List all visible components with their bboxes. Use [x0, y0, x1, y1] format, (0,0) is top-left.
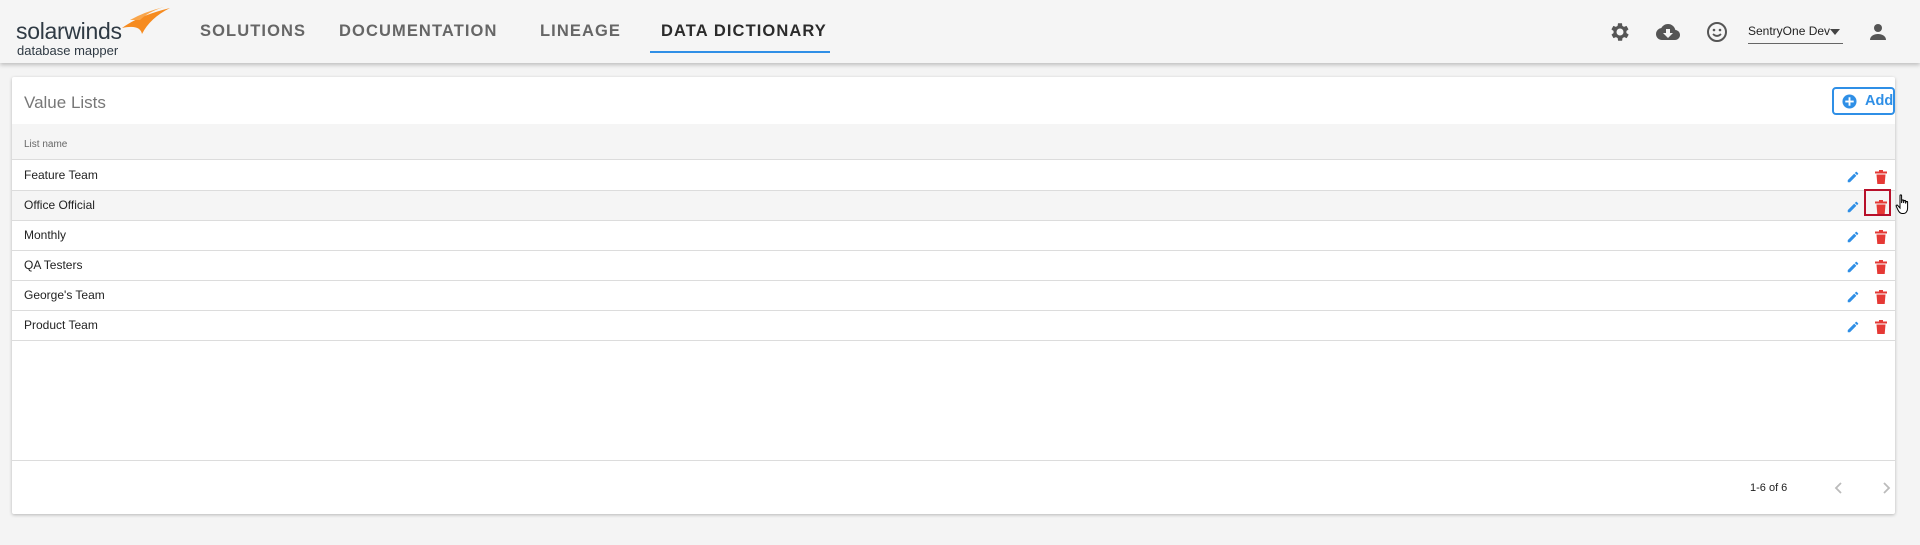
hand-pointer-cursor-icon — [1895, 194, 1909, 214]
list-name-cell: George's Team — [24, 288, 105, 302]
column-header-list-name: List name — [24, 139, 68, 150]
user-menu-label: SentryOne Dev — [1748, 24, 1831, 38]
plus-circle-icon — [1842, 94, 1857, 109]
add-button-label: Add — [1865, 93, 1894, 109]
edit-pencil-icon[interactable] — [1846, 260, 1860, 274]
top-app-bar: solarwinds database mapper SOLUTIONS DOC… — [0, 0, 1920, 63]
table-row[interactable]: George's Team — [12, 281, 1895, 311]
edit-pencil-icon[interactable] — [1846, 230, 1860, 244]
nav-lineage[interactable]: LINEAGE — [540, 22, 621, 41]
page-title: Value Lists — [24, 93, 106, 112]
table-row[interactable]: Office Official — [12, 191, 1895, 221]
nav-solutions[interactable]: SOLUTIONS — [200, 22, 306, 41]
nav-documentation[interactable]: DOCUMENTATION — [339, 22, 498, 41]
table-footer-divider — [12, 460, 1895, 461]
nav-data-dictionary[interactable]: DATA DICTIONARY — [661, 22, 827, 41]
edit-pencil-icon[interactable] — [1846, 320, 1860, 334]
delete-button-focus-ring — [1864, 189, 1891, 216]
table-row[interactable]: QA Testers — [12, 251, 1895, 281]
list-name-cell: Feature Team — [24, 168, 98, 182]
add-button[interactable]: Add — [1832, 87, 1895, 115]
delete-trash-icon[interactable] — [1875, 320, 1887, 334]
delete-trash-icon[interactable] — [1875, 230, 1887, 244]
chevron-right-icon[interactable] — [1879, 480, 1893, 496]
list-name-cell: Monthly — [24, 228, 67, 242]
gear-icon[interactable] — [1608, 20, 1632, 44]
logo-main-text: solarwinds — [16, 18, 122, 44]
table-header: List name — [12, 124, 1895, 160]
cloud-download-icon[interactable] — [1656, 20, 1680, 44]
chevron-down-icon — [1830, 29, 1840, 35]
user-menu-dropdown[interactable]: SentryOne Dev — [1748, 24, 1843, 44]
edit-pencil-icon[interactable] — [1846, 290, 1860, 304]
delete-trash-icon[interactable] — [1875, 170, 1887, 184]
table-row[interactable]: Product Team — [12, 311, 1895, 341]
edit-pencil-icon[interactable] — [1846, 170, 1860, 184]
logo-sub-text: database mapper — [17, 43, 119, 58]
active-tab-indicator — [650, 51, 830, 53]
smiley-icon[interactable] — [1705, 20, 1729, 44]
list-name-cell: Office Official — [24, 198, 95, 212]
table-row[interactable]: Feature Team — [12, 161, 1895, 191]
list-name-cell: Product Team — [24, 318, 98, 332]
account-icon[interactable] — [1866, 20, 1890, 44]
edit-pencil-icon[interactable] — [1846, 200, 1860, 214]
logo-swoosh-icon — [122, 7, 170, 34]
chevron-left-icon[interactable] — [1832, 480, 1846, 496]
pagination-range: 1-6 of 6 — [1750, 482, 1788, 494]
list-name-cell: QA Testers — [24, 258, 83, 272]
dropdown-underline — [1748, 43, 1843, 44]
value-lists-card: Value Lists Add List name Feature Team O… — [12, 77, 1895, 514]
delete-trash-icon[interactable] — [1875, 290, 1887, 304]
delete-trash-icon[interactable] — [1875, 260, 1887, 274]
solarwinds-logo[interactable]: solarwinds database mapper — [16, 6, 170, 58]
table-row[interactable]: Monthly — [12, 221, 1895, 251]
